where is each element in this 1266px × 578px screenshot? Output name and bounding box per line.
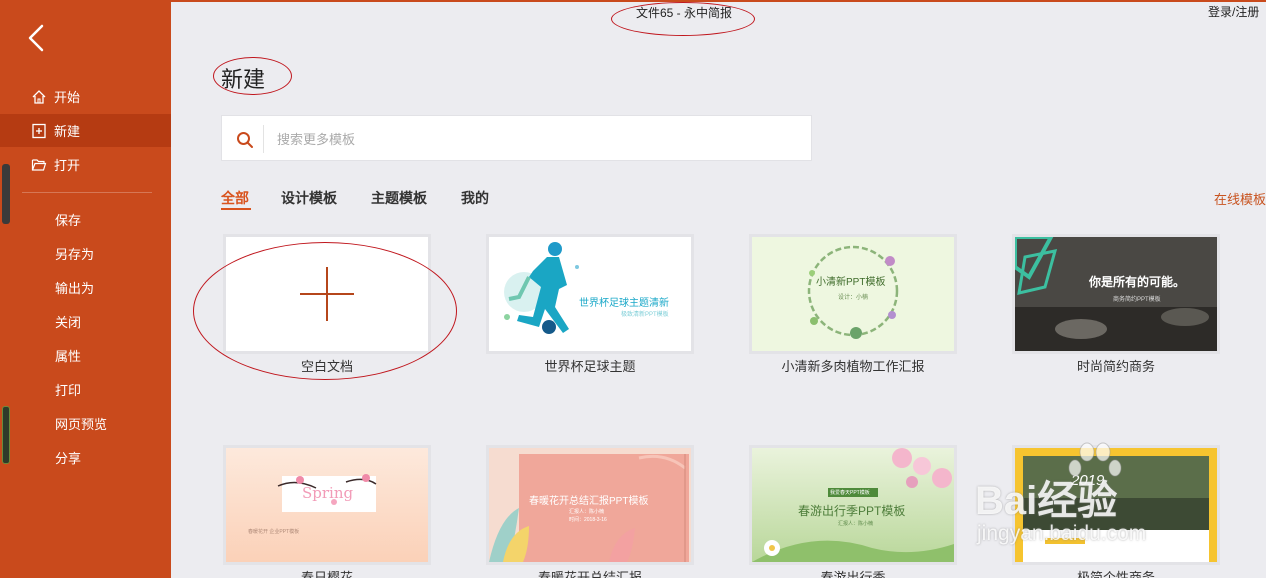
template-label: 世界杯足球主题 — [544, 359, 636, 374]
thumb-title: 春暖花开总结汇报PPT模板 — [529, 496, 649, 507]
sidebar-item-export[interactable]: 输出为 — [55, 278, 94, 300]
sidebar-item-start[interactable]: 开始 — [0, 80, 171, 113]
tab-design-templates[interactable]: 设计模板 — [281, 188, 337, 208]
thumb-subtitle: 商务简约PPT模板 — [1113, 297, 1161, 303]
folder-open-icon — [30, 156, 48, 174]
online-templates-link[interactable]: 在线模板 — [1214, 189, 1266, 208]
template-label: 空白文档 — [300, 359, 353, 374]
sidebar-item-label: 新建 — [54, 124, 81, 139]
thumb-title: 2019 — [1071, 472, 1105, 489]
search-input[interactable] — [277, 128, 797, 150]
home-icon — [30, 88, 48, 106]
template-label: 春暖花开总结汇报 — [537, 570, 642, 578]
template-label: 时尚简约商务 — [1076, 359, 1155, 374]
sidebar-item-properties[interactable]: 属性 — [55, 346, 81, 368]
plus-icon — [300, 267, 354, 321]
template-label: 小清新多肉植物工作汇报 — [781, 359, 925, 374]
search-separator — [263, 125, 264, 153]
sakura-image — [226, 448, 428, 562]
thumb-title: 小清新PPT模板 — [816, 277, 886, 288]
thumb-subtitle: 春暖花开 企业PPT模板 — [248, 529, 300, 535]
sidebar-item-close[interactable]: 关闭 — [55, 312, 81, 334]
template-thumbnail[interactable]: 春暖花开总结汇报PPT模板 汇报人：陈小楠 时间：2018-3-16 — [486, 445, 694, 565]
thumb-title: 春游出行季PPT模板 — [798, 504, 906, 518]
thumb-subtitle: 设计：小楠 — [838, 295, 869, 301]
template-thumbnail[interactable]: Spring 春暖花开 企业PPT模板 — [223, 445, 431, 565]
tab-active-underline — [221, 208, 251, 210]
login-link[interactable]: 登录/注册 — [1208, 3, 1259, 20]
sidebar-item-label: 打开 — [54, 158, 81, 173]
template-label: 春游出行季 — [820, 570, 886, 578]
tab-all[interactable]: 全部 — [221, 188, 249, 208]
thumb-subtitle: 汇报人：陈小楠 — [569, 509, 605, 515]
sidebar-item-save-as[interactable]: 另存为 — [55, 244, 94, 266]
sidebar-divider — [22, 192, 152, 193]
sidebar-item-open[interactable]: 打开 — [0, 148, 171, 181]
scrollbar-handle[interactable] — [2, 406, 10, 464]
bridge-photo-image — [1015, 448, 1217, 562]
thumb-title: Spring — [302, 484, 354, 502]
template-thumbnail[interactable]: 世界杯足球主题清新 极致清新PPT模板 — [486, 234, 694, 354]
page-title: 新建 — [221, 67, 266, 92]
sidebar-item-print[interactable]: 打印 — [55, 380, 81, 402]
template-label: 春日樱花 — [300, 570, 353, 578]
sidebar: 开始 新建 打开 保存 另存为 输出为 关闭 属性 打印 网页预览 分享 — [0, 0, 171, 578]
new-file-icon — [30, 122, 48, 140]
sidebar-item-save[interactable]: 保存 — [55, 210, 81, 232]
sidebar-item-label: 开始 — [54, 90, 81, 105]
search-box[interactable] — [221, 115, 812, 161]
tab-mine[interactable]: 我的 — [461, 188, 489, 208]
template-thumbnail[interactable]: 你是所有的可能。 商务简约PPT模板 — [1012, 234, 1220, 354]
thumb-title: 你是所有的可能。 — [1089, 275, 1186, 289]
template-thumbnail[interactable]: 我爱春天PPT模板 春游出行季PPT模板 汇报人：陈小楠 — [749, 445, 957, 565]
template-label: 极简个性商务 — [1076, 570, 1155, 578]
template-thumbnail[interactable] — [223, 234, 431, 354]
thumb-subtitle: 汇报人：陈小楠 — [838, 521, 874, 527]
top-accent-line — [171, 0, 1266, 2]
thumb-date: 时间：2018-3-16 — [569, 517, 607, 523]
sidebar-item-web-preview[interactable]: 网页预览 — [55, 414, 107, 436]
back-arrow-icon[interactable] — [22, 20, 52, 56]
search-icon[interactable] — [236, 131, 254, 149]
thumb-tag: 我爱春天PPT模板 — [830, 490, 870, 496]
window-title: 文件65 - 永中简报 — [636, 6, 733, 20]
scrollbar-handle[interactable] — [2, 164, 10, 224]
thumb-subtitle: 极致清新PPT模板 — [621, 312, 669, 318]
template-thumbnail[interactable]: 小清新PPT模板 设计：小楠 — [749, 234, 957, 354]
sidebar-item-new[interactable]: 新建 — [0, 114, 171, 147]
tab-theme-templates[interactable]: 主题模板 — [371, 188, 427, 208]
thumb-title: 世界杯足球主题清新 — [579, 298, 669, 309]
sidebar-item-share[interactable]: 分享 — [55, 448, 81, 470]
template-thumbnail[interactable]: 2019 — [1012, 445, 1220, 565]
